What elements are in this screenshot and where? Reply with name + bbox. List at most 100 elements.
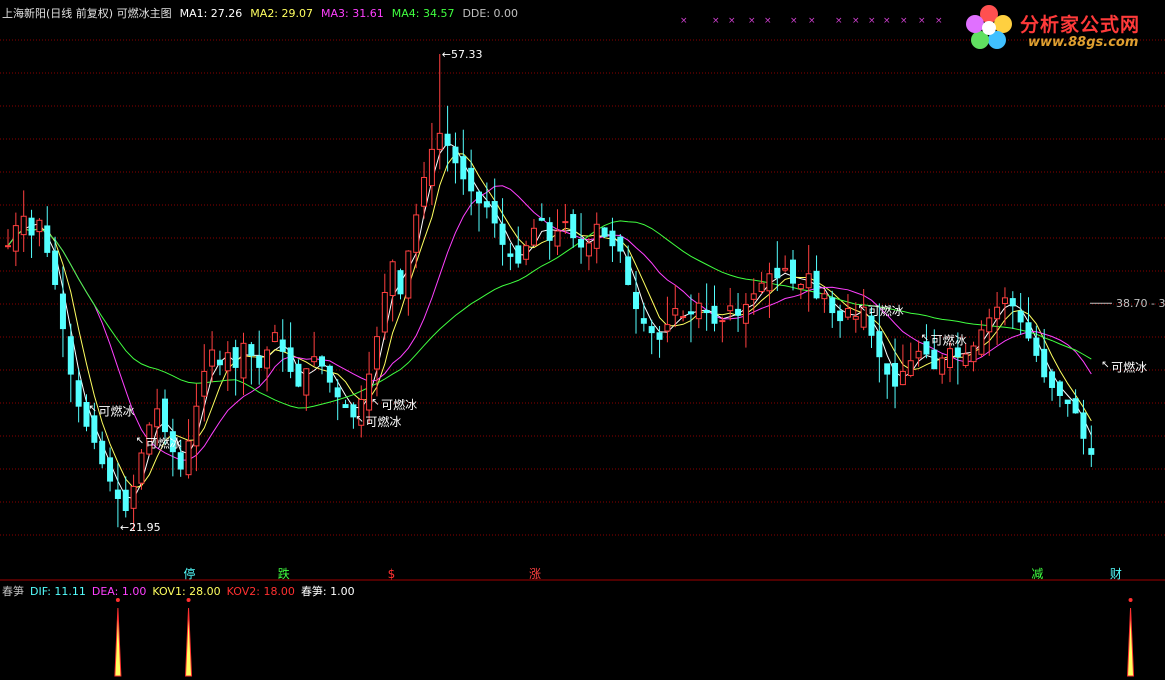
candle-body <box>554 230 561 247</box>
indicator-panel <box>114 598 1135 677</box>
candle-body <box>1064 399 1071 405</box>
candle-body <box>5 245 11 248</box>
marker-x-icon: × <box>808 16 815 26</box>
candle-body <box>625 256 632 285</box>
main-header: 上海新阳(日线 前复权) 可燃冰主图 MA1: 27.26 MA2: 29.07 MA… <box>2 5 526 21</box>
candle-body <box>931 349 938 370</box>
marker-x-icon: × <box>728 16 735 26</box>
signal-label: 跌 <box>278 566 290 581</box>
marker-x-icon: × <box>712 16 719 26</box>
candle-body <box>99 440 106 465</box>
candle-body <box>515 245 522 264</box>
candle-body <box>248 344 255 356</box>
candle-body <box>209 349 216 367</box>
candle-body <box>1080 412 1087 439</box>
signal-label: 财 <box>1110 567 1122 581</box>
annotation-label: 可燃冰 <box>381 397 417 412</box>
candle-body <box>978 329 985 355</box>
ma2-value: MA2: 29.07 <box>250 7 314 20</box>
signal-label: 减 <box>1031 567 1043 581</box>
candle-body <box>538 217 545 221</box>
candle-body <box>876 331 883 358</box>
candle-body <box>36 219 43 233</box>
candle-body <box>672 308 679 316</box>
candle-body <box>1088 448 1095 455</box>
candle-body <box>735 308 742 316</box>
candle-body <box>805 273 812 289</box>
candle-body <box>130 485 137 509</box>
candle-body <box>727 305 734 312</box>
marker-x-icon: × <box>918 16 925 26</box>
candle-body <box>287 347 294 372</box>
candle-body <box>970 345 977 363</box>
candle-body <box>695 302 702 320</box>
candle-body <box>656 332 663 340</box>
candle-body <box>256 355 263 368</box>
candle-body <box>114 489 121 499</box>
signal-label: $ <box>388 567 396 581</box>
candle-body <box>240 342 247 379</box>
last-price-label: 38.70 - 38.50 <box>1116 297 1165 310</box>
candle-body <box>884 363 891 375</box>
kov2-value: KOV2: 18.00 <box>226 585 295 598</box>
marker-x-icon: × <box>852 16 859 26</box>
candle-body <box>939 357 946 375</box>
candle-body <box>609 230 616 247</box>
indicator-header: 春笋 DIF: 11.11 DEA: 1.00 KOV1: 28.00 KOV2: 18… <box>2 583 361 599</box>
candle-body <box>44 225 51 253</box>
candle-body <box>507 253 514 257</box>
candle-body <box>444 133 451 146</box>
signal-label: 涨 <box>529 566 541 581</box>
signal-labels: 停 跌 $ 涨 减 财 <box>184 566 1122 581</box>
candle-body <box>829 297 836 314</box>
candle-body <box>782 267 789 271</box>
marker-x-icon: × <box>883 16 890 26</box>
marker-x-icon: × <box>764 16 771 26</box>
candle-body <box>852 316 859 320</box>
price-grid <box>0 39 1165 581</box>
annotations: ↖ 可燃冰↖ 可燃冰↖ 可燃冰↖ 可燃冰↖ 可燃冰↖ 可燃冰↖ 可燃冰←57.33←21.95… <box>89 48 1165 534</box>
candle-body <box>460 156 467 180</box>
candle-body <box>122 489 129 512</box>
marker-x-icon: × <box>935 16 942 26</box>
candle-body <box>232 347 239 368</box>
dif-value: DIF: 11.11 <box>30 585 86 598</box>
candle-body <box>499 223 506 245</box>
marker-x-icon: × <box>748 16 755 26</box>
candle-body <box>154 408 161 428</box>
candle-body <box>570 214 577 239</box>
candle-body <box>75 380 82 407</box>
low-price-label: ←21.95 <box>120 521 161 534</box>
candle-body <box>821 293 828 300</box>
candle-body <box>766 273 773 292</box>
marker-x-icon: × <box>835 16 842 26</box>
candle-body <box>428 148 435 187</box>
indicator-name: 春笋 <box>2 585 24 598</box>
candle-body <box>303 368 310 396</box>
candle-body <box>750 293 757 300</box>
candle-body <box>264 349 271 369</box>
candle-body <box>892 362 899 387</box>
candle-body <box>162 398 168 433</box>
signal-label: 停 <box>184 566 196 581</box>
candle-body <box>578 238 585 248</box>
candle-body <box>405 250 412 299</box>
ma4-value: MA4: 34.57 <box>391 7 455 20</box>
candle-body <box>483 201 490 208</box>
ma3-value: MA3: 31.61 <box>321 7 384 20</box>
candle-body <box>601 227 608 237</box>
candle-body <box>334 387 341 398</box>
cs-value: 春笋: 1.00 <box>300 585 355 598</box>
candle-body <box>421 176 428 207</box>
spike-dot <box>1128 598 1133 602</box>
candle-body <box>844 308 851 318</box>
candle-body <box>279 339 286 352</box>
candle-body <box>1001 297 1008 305</box>
candle-body <box>837 310 844 322</box>
candle-body <box>193 405 200 447</box>
kov1-value: KOV1: 28.00 <box>152 585 221 598</box>
arrow-glyph: ↖ <box>858 303 866 314</box>
marker-x-icon: × <box>790 16 797 26</box>
candle-body <box>436 132 443 150</box>
annotation-label: 可燃冰 <box>146 436 182 451</box>
